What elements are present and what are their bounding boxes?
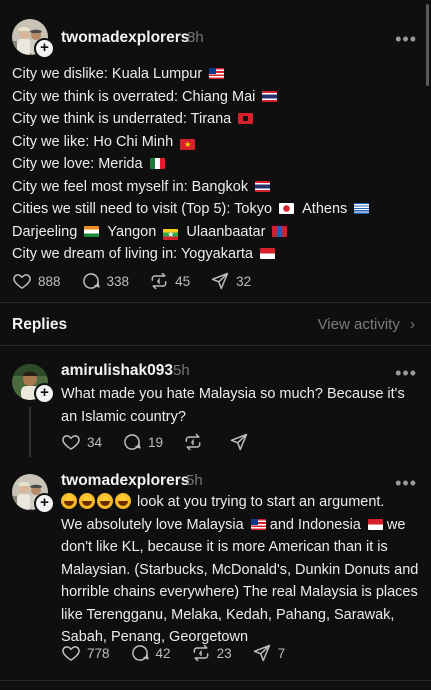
- laughing-emoji-icon: [79, 493, 95, 509]
- comment-bubble-icon: [130, 643, 150, 663]
- thailand-flag-icon: [255, 180, 271, 192]
- post-line: City we like: Ho Chi Minh ★: [12, 131, 369, 154]
- post-username[interactable]: twomadexplorers: [61, 29, 189, 47]
- share-button[interactable]: 7: [252, 643, 286, 663]
- laughing-emoji-icon: [115, 493, 131, 509]
- japan-flag-icon: [279, 203, 295, 214]
- more-horizontal-icon[interactable]: •••: [395, 474, 417, 492]
- reply-line: We absolutely love Malaysia and Indonesi…: [61, 516, 406, 533]
- comment-button[interactable]: 19: [122, 432, 163, 452]
- repost-count: 23: [216, 645, 232, 661]
- share-count: 7: [277, 645, 286, 661]
- repost-button[interactable]: [183, 432, 209, 452]
- indonesia-flag-icon: [367, 518, 383, 530]
- post-body: City we dislike: Kuala Lumpur City we th…: [12, 63, 370, 266]
- divider: [0, 302, 431, 303]
- repost-icon: [183, 432, 203, 452]
- share-button[interactable]: 32: [210, 271, 251, 291]
- repost-button[interactable]: 45: [149, 271, 190, 291]
- post-line: Cities we still need to visit (Top 5): T…: [12, 198, 370, 221]
- reply-line: What made you hate Malaysia so much? Bec…: [61, 386, 405, 402]
- more-horizontal-icon[interactable]: •••: [395, 364, 417, 382]
- post-time: 8h: [187, 29, 204, 46]
- laughing-emoji-icon: [97, 493, 113, 509]
- reply-time: 5h: [173, 362, 190, 379]
- plus-icon[interactable]: +: [34, 383, 55, 404]
- greece-flag-icon: [354, 203, 370, 214]
- post-line: Darjeeling Yangon ★ Ulaanbaatar: [12, 221, 369, 244]
- heart-icon: [61, 643, 81, 663]
- post-actions: 888 338 45 32: [12, 271, 271, 291]
- send-icon: [210, 271, 230, 291]
- post-line: City we dream of living in: Yogyakarta: [12, 243, 369, 266]
- malaysia-flag-icon: [209, 68, 225, 79]
- thread-line: [29, 407, 31, 457]
- comment-count: 42: [155, 645, 171, 661]
- more-horizontal-icon[interactable]: •••: [395, 30, 417, 48]
- post-line: City we dislike: Kuala Lumpur: [12, 63, 369, 86]
- send-icon: [229, 432, 249, 452]
- repost-icon: [149, 271, 169, 291]
- repost-count: 45: [175, 273, 191, 289]
- comment-button[interactable]: 42: [130, 643, 171, 663]
- reply-username[interactable]: twomadexplorers: [61, 472, 189, 490]
- indonesia-flag-icon: [260, 248, 276, 259]
- mongolia-flag-icon: [272, 225, 288, 237]
- comment-bubble-icon: [81, 271, 101, 291]
- reply-line: horrible chains everywhere) The real Mal…: [61, 584, 418, 600]
- divider: [0, 345, 431, 346]
- reply-line: an Islamic country?: [61, 408, 186, 425]
- post-line: City we think is overrated: Chiang Mai: [12, 86, 369, 109]
- repost-button[interactable]: 23: [191, 643, 232, 663]
- vietnam-flag-icon: ★: [180, 138, 196, 150]
- like-count: 778: [87, 645, 110, 661]
- heart-icon: [61, 432, 81, 452]
- view-activity-link[interactable]: View activity ›: [318, 316, 415, 333]
- like-button[interactable]: 888: [12, 271, 61, 291]
- like-button[interactable]: 34: [61, 432, 102, 452]
- comment-bubble-icon: [122, 432, 142, 452]
- plus-icon[interactable]: +: [34, 38, 55, 59]
- reply-line: Malaysian. (Starbucks, McDonald's, Dunki…: [61, 561, 419, 578]
- divider: [0, 680, 431, 681]
- reply-line: like Terengganu, Melaka, Kedah, Pahang, …: [61, 606, 395, 623]
- share-button[interactable]: [229, 432, 255, 452]
- reply-actions: 778 42 23 7: [61, 643, 305, 663]
- reply-body: What made you hate Malaysia so much? Bec…: [61, 383, 405, 428]
- like-count: 888: [38, 273, 61, 289]
- post-line: City we love: Merida: [12, 153, 369, 176]
- reply-actions: 34 19: [61, 432, 275, 452]
- comment-button[interactable]: 338: [81, 271, 130, 291]
- send-icon: [252, 643, 272, 663]
- reply-time: 5h: [186, 472, 203, 489]
- reply-line: don't like KL, because it is more Americ…: [61, 539, 388, 555]
- repost-icon: [191, 643, 211, 663]
- reply-body: look at you trying to start an argument.…: [61, 491, 418, 649]
- like-count: 34: [87, 434, 103, 450]
- reply-line: look at you trying to start an argument.: [61, 491, 418, 514]
- post-line: City we feel most myself in: Bangkok: [12, 176, 369, 199]
- laughing-emoji-icon: [61, 493, 77, 509]
- post-line: City we think is underrated: Tirana: [12, 108, 369, 131]
- heart-icon: [12, 271, 32, 291]
- albania-flag-icon: [238, 113, 254, 124]
- comment-count: 19: [148, 434, 164, 450]
- thailand-flag-icon: [262, 90, 278, 102]
- plus-icon[interactable]: +: [34, 493, 55, 514]
- reply-username[interactable]: amirulishak093: [61, 362, 173, 380]
- myanmar-flag-icon: ★: [163, 228, 179, 240]
- mexico-flag-icon: [149, 158, 165, 169]
- comment-count: 338: [106, 273, 130, 289]
- scrollbar[interactable]: [426, 4, 429, 86]
- like-button[interactable]: 778: [61, 643, 110, 663]
- malaysia-flag-icon: [250, 518, 266, 530]
- replies-title: Replies: [12, 316, 68, 333]
- india-flag-icon: [84, 225, 100, 237]
- share-count: 32: [236, 273, 252, 289]
- chevron-right-icon: ›: [410, 316, 415, 333]
